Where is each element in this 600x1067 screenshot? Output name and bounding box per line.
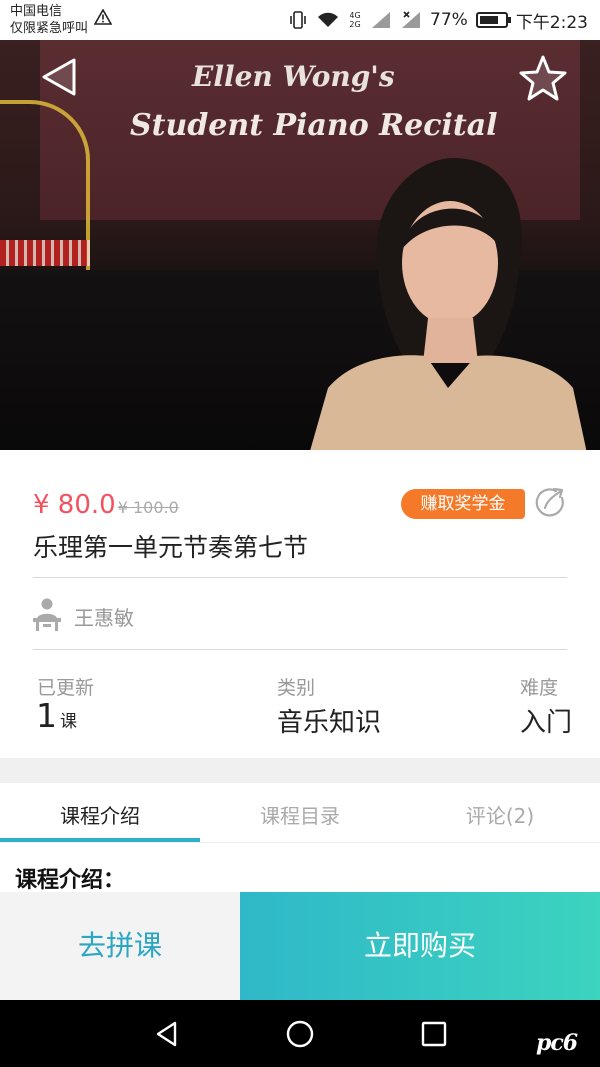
nav-home-icon[interactable] bbox=[286, 1020, 314, 1048]
tab-comments[interactable]: 评论(2) bbox=[400, 783, 600, 843]
carrier-info: 中国电信 仅限紧急呼叫 bbox=[10, 3, 88, 37]
favorite-star-icon[interactable] bbox=[518, 54, 568, 102]
battery-percent: 77% bbox=[430, 10, 468, 30]
category-value: 音乐知识 bbox=[277, 708, 382, 738]
difficulty-value: 入门 bbox=[520, 708, 573, 738]
status-icons: 4G 2G 77% 下午2:23 bbox=[288, 6, 588, 34]
course-price: ¥ 80.0 bbox=[33, 490, 116, 520]
earn-scholarship-button[interactable]: 赚取奖学金 bbox=[401, 489, 525, 519]
banner-line1: Ellen Wong's bbox=[192, 60, 395, 93]
carrier-emergency: 仅限紧急呼叫 bbox=[10, 21, 89, 36]
course-cover-image: Ellen Wong's Student Piano Recital bbox=[0, 40, 600, 450]
teacher-name: 王惠敏 bbox=[74, 606, 134, 630]
buy-now-button[interactable]: 立即购买 bbox=[240, 892, 600, 1000]
nav-back-icon[interactable] bbox=[153, 1020, 181, 1048]
teacher-icon bbox=[33, 598, 61, 631]
banner-line2: Student Piano Recital bbox=[130, 108, 498, 143]
tab-intro[interactable]: 课程介绍 bbox=[0, 783, 200, 843]
intro-heading: 课程介绍： bbox=[15, 868, 126, 893]
course-tabs: 课程介绍 课程目录 评论(2) bbox=[0, 783, 600, 843]
tab-catalog[interactable]: 课程目录 bbox=[200, 783, 400, 843]
network-type: 4G 2G bbox=[349, 11, 361, 29]
watermark-logo: pc6 bbox=[536, 1030, 578, 1056]
difficulty-label: 难度 bbox=[520, 677, 559, 699]
divider bbox=[33, 649, 567, 650]
system-nav-bar bbox=[0, 1000, 600, 1067]
group-buy-button[interactable]: 去拼课 bbox=[0, 892, 240, 1000]
divider bbox=[33, 577, 567, 578]
active-tab-indicator bbox=[0, 838, 200, 842]
carrier-name: 中国电信 bbox=[10, 4, 63, 19]
teacher-photo bbox=[310, 158, 587, 450]
updated-count: 1课 bbox=[36, 696, 77, 735]
category-label: 类别 bbox=[277, 677, 316, 699]
piano-keys bbox=[0, 240, 90, 266]
warning-icon bbox=[94, 9, 112, 25]
course-title: 乐理第一单元节奏第七节 bbox=[33, 533, 309, 562]
clock: 下午2:23 bbox=[515, 12, 588, 33]
original-price: ¥ 100.0 bbox=[117, 498, 179, 517]
updated-count-unit: 课 bbox=[60, 712, 77, 732]
price-row: ¥ 80.0 ¥ 100.0 bbox=[33, 490, 179, 520]
battery-icon bbox=[475, 12, 511, 28]
status-bar: 中国电信 仅限紧急呼叫 4G 2G 77% 下午2:23 bbox=[0, 0, 600, 40]
signal-icon bbox=[372, 12, 391, 28]
vibrate-icon bbox=[290, 11, 306, 29]
nav-recents-icon[interactable] bbox=[420, 1020, 448, 1048]
signal-icon-secondary bbox=[402, 11, 421, 28]
updated-count-number: 1 bbox=[36, 696, 57, 735]
section-separator bbox=[0, 758, 600, 783]
share-icon[interactable] bbox=[534, 486, 568, 520]
back-icon[interactable] bbox=[38, 56, 82, 98]
wifi-icon bbox=[318, 12, 339, 27]
